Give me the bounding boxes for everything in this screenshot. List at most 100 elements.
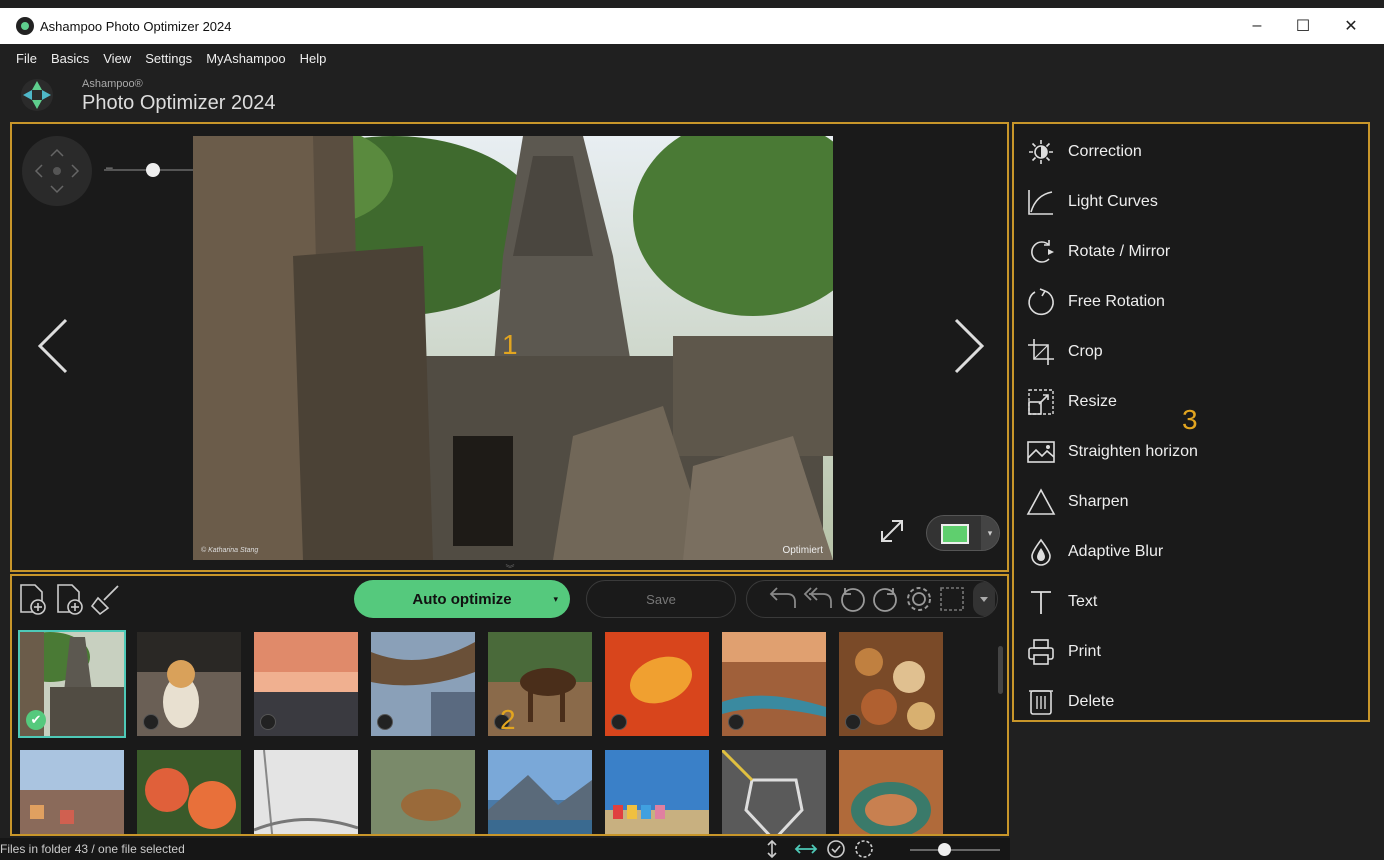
collapse-handle-icon[interactable]: ︾ bbox=[500, 565, 520, 574]
thumbnail-image bbox=[20, 750, 124, 834]
tool-adaptive-blur[interactable]: Adaptive Blur bbox=[1026, 532, 1163, 572]
select-toggle[interactable] bbox=[611, 714, 627, 730]
thumbnail-beach-huts[interactable] bbox=[605, 750, 709, 834]
save-button[interactable]: Save bbox=[586, 580, 736, 618]
thumbnail-lake-mountains[interactable] bbox=[488, 750, 592, 834]
zoom-minus[interactable]: – bbox=[106, 160, 113, 174]
thumbnail-temple[interactable]: ✔ bbox=[18, 630, 126, 738]
thumbnail-bridge-fog[interactable] bbox=[254, 750, 358, 834]
thumbnail-size-handle[interactable] bbox=[938, 843, 951, 856]
tool-correction[interactable]: Correction bbox=[1026, 132, 1142, 172]
thumbnail-image bbox=[371, 750, 475, 834]
tool-light-curves[interactable]: Light Curves bbox=[1026, 182, 1158, 222]
sun-icon bbox=[1029, 140, 1053, 164]
menu-file[interactable]: File bbox=[16, 51, 37, 66]
auto-optimize-dropdown-icon[interactable]: ▾ bbox=[553, 594, 558, 605]
tool-delete[interactable]: Delete bbox=[1026, 682, 1114, 722]
curve-icon bbox=[1028, 190, 1053, 215]
app-icon bbox=[16, 17, 34, 35]
select-toggle[interactable] bbox=[845, 714, 861, 730]
select-all-icon[interactable] bbox=[827, 840, 845, 858]
add-file-icon[interactable] bbox=[20, 584, 46, 615]
menu-help[interactable]: Help bbox=[300, 51, 327, 66]
tool-label: Straighten horizon bbox=[1068, 443, 1198, 460]
thumbnail-coast-village[interactable] bbox=[20, 750, 124, 834]
printer-icon bbox=[1028, 639, 1054, 665]
brand-title: Photo Optimizer 2024 bbox=[82, 92, 276, 114]
crop-icon bbox=[1028, 339, 1054, 365]
selection-icon[interactable] bbox=[940, 587, 964, 611]
sort-horizontal-icon[interactable] bbox=[794, 844, 818, 854]
trash-icon bbox=[1029, 690, 1053, 715]
annotation-number-2: 2 bbox=[500, 704, 516, 735]
tool-label: Light Curves bbox=[1068, 193, 1158, 210]
thumbnail-scrollbar[interactable] bbox=[998, 646, 1003, 694]
thumbnail-butterfly[interactable] bbox=[605, 632, 709, 736]
thumbnail-route-66[interactable] bbox=[722, 750, 826, 834]
tool-rotate-mirror[interactable]: Rotate / Mirror bbox=[1026, 232, 1170, 272]
select-toggle[interactable] bbox=[377, 714, 393, 730]
zoom-slider-handle[interactable] bbox=[146, 163, 160, 177]
fullscreen-icon[interactable] bbox=[878, 517, 906, 545]
tool-label: Text bbox=[1068, 593, 1098, 610]
thumbnail-image bbox=[254, 750, 358, 834]
tool-straighten-horizon[interactable]: Straighten horizon bbox=[1026, 432, 1198, 472]
close-button[interactable]: ✕ bbox=[1328, 8, 1374, 44]
chevron-right-icon bbox=[954, 318, 985, 374]
minimize-button[interactable]: – bbox=[1234, 8, 1280, 44]
thumbnail-canyon[interactable] bbox=[722, 632, 826, 736]
tool-sharpen[interactable]: Sharpen bbox=[1026, 482, 1129, 522]
previous-image-button[interactable] bbox=[36, 316, 70, 390]
tool-text[interactable]: Text bbox=[1026, 582, 1097, 622]
image-viewer: – + © Katharina Stang Opti bbox=[10, 122, 1009, 572]
single-view-icon bbox=[941, 524, 969, 544]
gear-icon[interactable] bbox=[907, 587, 931, 611]
add-folder-icon[interactable] bbox=[57, 584, 83, 615]
select-toggle[interactable] bbox=[728, 714, 744, 730]
tools-dropdown-icon[interactable] bbox=[973, 582, 995, 616]
undo-icon[interactable] bbox=[769, 587, 796, 608]
rotate-right-icon[interactable] bbox=[873, 588, 897, 612]
tool-label: Rotate / Mirror bbox=[1068, 243, 1171, 260]
brand: Ashampoo® Photo Optimizer 2024 bbox=[20, 78, 275, 114]
tool-label: Adaptive Blur bbox=[1068, 543, 1164, 560]
tool-resize[interactable]: Resize bbox=[1026, 382, 1117, 422]
thumbnail-sweets[interactable] bbox=[839, 632, 943, 736]
tool-label: Free Rotation bbox=[1068, 293, 1165, 310]
thumbnail-sunset[interactable] bbox=[254, 632, 358, 736]
auto-optimize-button[interactable]: Auto optimize ▾ bbox=[354, 580, 570, 618]
select-toggle[interactable] bbox=[143, 714, 159, 730]
navigation-pad[interactable] bbox=[22, 136, 92, 206]
tool-label: Resize bbox=[1068, 393, 1117, 410]
thumbnail-tree-bird[interactable] bbox=[371, 632, 475, 736]
select-toggle[interactable] bbox=[260, 714, 276, 730]
thumbnail-horseshoe-bend[interactable] bbox=[839, 750, 943, 834]
thumbnail-cat[interactable] bbox=[137, 632, 241, 736]
rotate-left-icon[interactable] bbox=[841, 588, 865, 612]
compare-view-toggle[interactable]: ▾ bbox=[926, 515, 1000, 551]
view-dropdown-arrow-icon[interactable]: ▾ bbox=[981, 516, 999, 550]
thumbnail-size-slider[interactable] bbox=[910, 849, 1000, 851]
brand-small: Ashampoo® bbox=[82, 78, 143, 90]
clear-list-broom-icon[interactable] bbox=[90, 585, 119, 616]
tool-print[interactable]: Print bbox=[1026, 632, 1101, 672]
undo-all-icon[interactable] bbox=[803, 587, 832, 608]
menu-myashampoo[interactable]: MyAshampoo bbox=[206, 51, 285, 66]
selected-check-icon[interactable]: ✔ bbox=[26, 710, 46, 730]
title-bar: Ashampoo Photo Optimizer 2024 – ☐ ✕ bbox=[0, 8, 1384, 44]
file-browser: Auto optimize ▾ Save ✔ 2 bbox=[10, 574, 1009, 836]
tool-label: Delete bbox=[1068, 693, 1115, 710]
free-rotation-icon bbox=[1028, 288, 1054, 316]
menu-basics[interactable]: Basics bbox=[51, 51, 89, 66]
tool-free-rotation[interactable]: Free Rotation bbox=[1026, 282, 1165, 322]
next-image-button[interactable] bbox=[952, 316, 986, 390]
tool-label: Crop bbox=[1068, 343, 1103, 360]
maximize-button[interactable]: ☐ bbox=[1280, 8, 1326, 44]
select-none-icon[interactable] bbox=[855, 840, 873, 858]
menu-settings[interactable]: Settings bbox=[145, 51, 192, 66]
tool-crop[interactable]: Crop bbox=[1026, 332, 1103, 372]
sort-vertical-icon[interactable] bbox=[767, 839, 777, 859]
thumbnail-flowers[interactable] bbox=[137, 750, 241, 834]
thumbnail-squirrel[interactable] bbox=[371, 750, 475, 834]
menu-view[interactable]: View bbox=[103, 51, 131, 66]
